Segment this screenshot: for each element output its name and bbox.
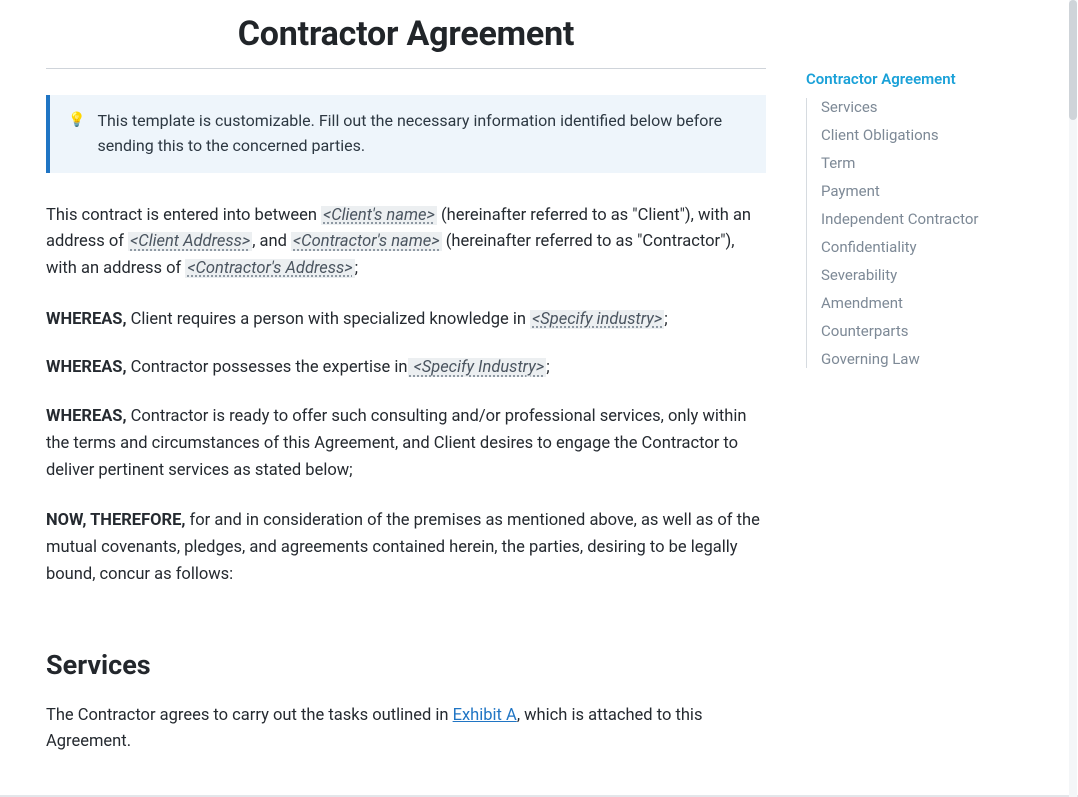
now-therefore: NOW, THEREFORE, for and in consideration… (46, 508, 766, 588)
placeholder-client-name[interactable]: <Client's name> (321, 206, 437, 225)
toc-item-client-obligations[interactable]: Client Obligations (821, 126, 1036, 144)
page-title: Contractor Agreement (46, 14, 766, 54)
table-of-contents: Contractor Agreement Services Client Obl… (806, 0, 1036, 368)
whereas-3: WHEREAS, Contractor is ready to offer su… (46, 404, 766, 484)
toc-item-payment[interactable]: Payment (821, 182, 1036, 200)
toc-title-link[interactable]: Contractor Agreement (806, 70, 1036, 88)
toc-item-services[interactable]: Services (821, 98, 1036, 116)
toc-item-counterparts[interactable]: Counterparts (821, 322, 1036, 340)
intro-paragraph: This contract is entered into between <C… (46, 203, 766, 283)
toc-item-independent-contractor[interactable]: Independent Contractor (821, 210, 1036, 228)
toc-item-governing-law[interactable]: Governing Law (821, 350, 1036, 368)
toc-item-confidentiality[interactable]: Confidentiality (821, 238, 1036, 256)
section-heading-services: Services (46, 649, 766, 681)
title-block: Contractor Agreement (46, 0, 766, 66)
document-main: Contractor Agreement 💡 This template is … (46, 0, 806, 780)
toc-item-severability[interactable]: Severability (821, 266, 1036, 284)
callout-text: This template is customizable. Fill out … (97, 109, 746, 159)
placeholder-industry-1[interactable]: <Specify industry> (530, 310, 664, 329)
info-callout: 💡 This template is customizable. Fill ou… (46, 95, 766, 173)
whereas-2: WHEREAS, Contractor possesses the expert… (46, 355, 766, 382)
toc-item-term[interactable]: Term (821, 154, 1036, 172)
title-divider (46, 68, 766, 69)
lightbulb-icon: 💡 (68, 109, 85, 159)
placeholder-contractor-address[interactable]: <Contractor's Address> (185, 259, 354, 278)
toc-item-amendment[interactable]: Amendment (821, 294, 1036, 312)
whereas-1: WHEREAS, Client requires a person with s… (46, 307, 766, 334)
services-paragraph: The Contractor agrees to carry out the t… (46, 703, 766, 756)
toc-list: Services Client Obligations Term Payment… (806, 98, 1036, 368)
placeholder-industry-2[interactable]: <Specify Industry> (408, 358, 547, 377)
link-exhibit-a[interactable]: Exhibit A (453, 706, 517, 725)
scrollbar[interactable] (1069, 0, 1077, 797)
placeholder-client-address[interactable]: <Client Address> (128, 232, 252, 251)
placeholder-contractor-name[interactable]: <Contractor's name> (291, 232, 442, 251)
